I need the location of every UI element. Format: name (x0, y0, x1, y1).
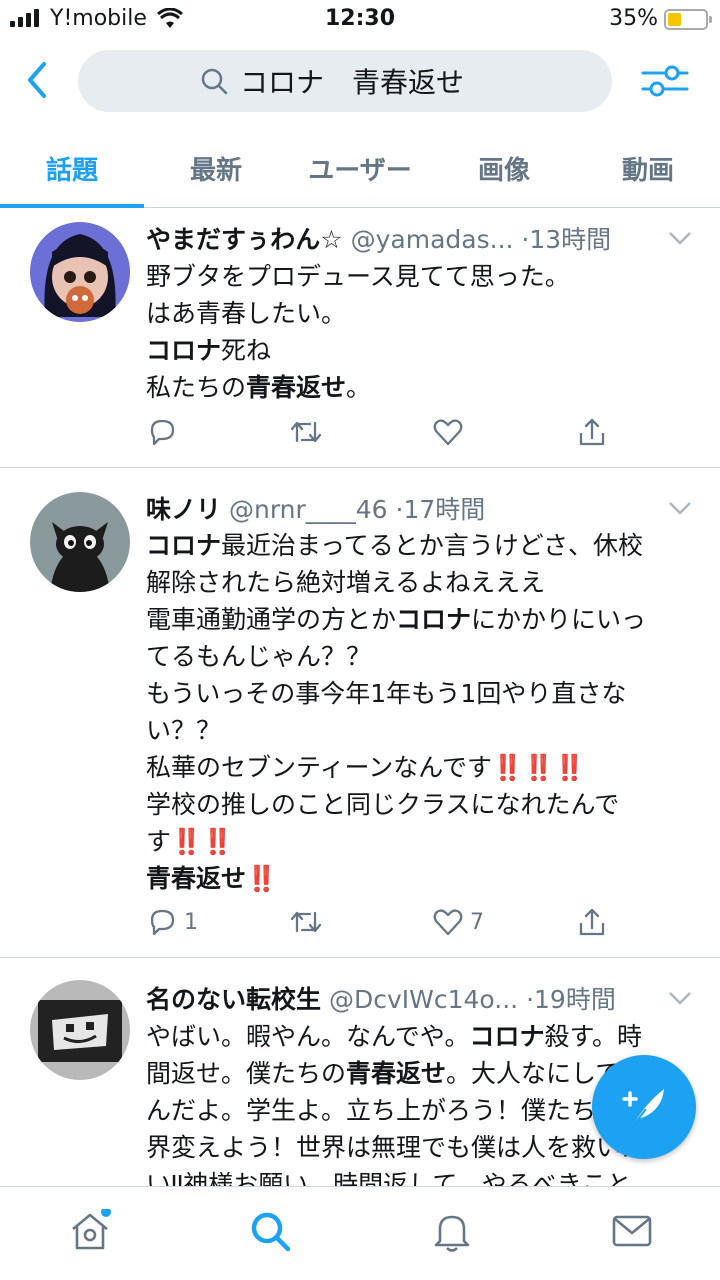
like-icon (433, 909, 463, 936)
share-button[interactable] (576, 416, 608, 448)
retweet-button[interactable] (288, 906, 324, 938)
tab-people[interactable]: ユーザー (288, 128, 432, 207)
retweet-button[interactable] (288, 416, 324, 448)
timestamp: ·19時間 (526, 985, 616, 1014)
search-tabs: 話題 最新 ユーザー 画像 動画 (0, 128, 720, 208)
tweet-header: 名のない転校生 @DcvIWc14o... ·19時間 (146, 980, 660, 1016)
tab-photos[interactable]: 画像 (432, 128, 576, 207)
tweet-text: 野ブタをプロデュース見てて思った。 はあ青春したい。 コロナ死ね 私たちの青春返… (146, 258, 694, 406)
avatar[interactable] (30, 980, 130, 1080)
like-icon (433, 419, 463, 446)
home-icon[interactable] (68, 1209, 112, 1253)
tweet-line: コロナ最近治まってるとか言うけどさ、休校 (146, 531, 644, 560)
timestamp: ·13時間 (521, 225, 612, 254)
like-button[interactable] (432, 416, 470, 448)
chevron-down-icon[interactable] (668, 990, 692, 1006)
tweet-line: い？？ (146, 716, 222, 745)
tweet-line: もういっその事今年1年もう1回やり直さな (146, 679, 627, 708)
battery-percent: 35% (609, 6, 658, 31)
tweet-line: す‼️‼️ (146, 827, 234, 856)
tweet-line: 解除されたら絶対増えるよねえええ (146, 568, 546, 597)
bottom-nav (0, 1186, 720, 1280)
tweet-header: やまだすぅわん☆ @yamadas... ·13時間 (146, 220, 660, 256)
back-icon[interactable] (22, 60, 52, 100)
chevron-down-icon[interactable] (668, 230, 692, 246)
filter-icon[interactable] (640, 60, 690, 102)
retweet-icon (290, 911, 322, 933)
compose-tweet-button[interactable] (592, 1055, 696, 1159)
messages-icon[interactable] (610, 1209, 654, 1253)
status-bar: Y!mobile 12:30 35% (0, 0, 720, 40)
retweet-icon (290, 421, 322, 443)
tweet-line: やばい。暇やん。なんでや。コロナ殺す。時 (146, 1022, 643, 1051)
user-handle[interactable]: @DcvIWc14o... (329, 985, 518, 1014)
search-icon (201, 68, 228, 95)
tweet-feed[interactable]: やまだすぅわん☆ @yamadas... ·13時間 野ブタをプロデュース見てて… (0, 208, 720, 1186)
tab-top[interactable]: 話題 (0, 128, 144, 208)
compose-icon (622, 1089, 664, 1128)
reply-count: 1 (184, 909, 198, 935)
tweet-text: コロナ最近治まってるとか言うけどさ、休校 解除されたら絶対増えるよねえええ 電車… (146, 527, 694, 897)
tweet-line: てるもんじゃん？？ (146, 642, 372, 671)
notifications-icon[interactable] (430, 1209, 474, 1253)
tweet-header: 味ノリ @nrnr____46 ·17時間 (146, 490, 660, 526)
tweet-line: コロナ死ね (146, 336, 272, 365)
share-button[interactable] (576, 906, 608, 938)
tweet-line: 野ブタをプロデュース見てて思った。 (146, 262, 570, 291)
tweet-line: 電車通勤通学の方とかコロナにかかりにいっ (146, 605, 647, 634)
tweet-line: い‼︎神様お願い。時間返して。やるべきこと (146, 1170, 632, 1186)
search-box[interactable] (78, 50, 612, 112)
reply-button[interactable]: 1 (146, 906, 198, 938)
reply-icon (150, 909, 175, 936)
share-icon (579, 418, 605, 446)
user-handle[interactable]: @yamadas... (351, 225, 514, 254)
tweet[interactable]: 味ノリ @nrnr____46 ·17時間 コロナ最近治まってるとか言うけどさ、… (0, 468, 720, 958)
tweet-line: 私華のセブンティーンなんです‼️‼️‼️ (146, 753, 586, 782)
tweet[interactable]: やまだすぅわん☆ @yamadas... ·13時間 野ブタをプロデュース見てて… (0, 208, 720, 468)
search-input[interactable] (240, 64, 490, 98)
tweet-line: 青春返せ‼️ (146, 864, 278, 893)
tab-latest[interactable]: 最新 (144, 128, 288, 207)
battery-icon (664, 9, 712, 30)
share-icon (579, 908, 605, 936)
display-name[interactable]: 味ノリ (146, 495, 221, 524)
display-name[interactable]: やまだすぅわん☆ (146, 225, 343, 254)
explore-icon[interactable] (248, 1209, 292, 1253)
like-count: 7 (470, 909, 484, 935)
tweet-line: はあ青春したい。 (146, 299, 347, 328)
tweet-line: 学校の推しのこと同じクラスになれたんで (146, 790, 620, 819)
tweet-actions: 1 7 (146, 906, 606, 942)
reply-button[interactable] (146, 416, 184, 448)
avatar[interactable] (30, 222, 130, 322)
tab-videos[interactable]: 動画 (576, 128, 720, 207)
search-header (0, 50, 720, 112)
chevron-down-icon[interactable] (668, 500, 692, 516)
tweet-actions (146, 416, 606, 452)
display-name[interactable]: 名のない転校生 (146, 985, 321, 1014)
tweet-line: 私たちの青春返せ。 (146, 373, 372, 402)
like-button[interactable]: 7 (432, 906, 484, 938)
reply-icon (150, 419, 175, 446)
user-handle[interactable]: @nrnr____46 (229, 495, 388, 524)
avatar[interactable] (30, 492, 130, 592)
timestamp: ·17時間 (395, 495, 486, 524)
